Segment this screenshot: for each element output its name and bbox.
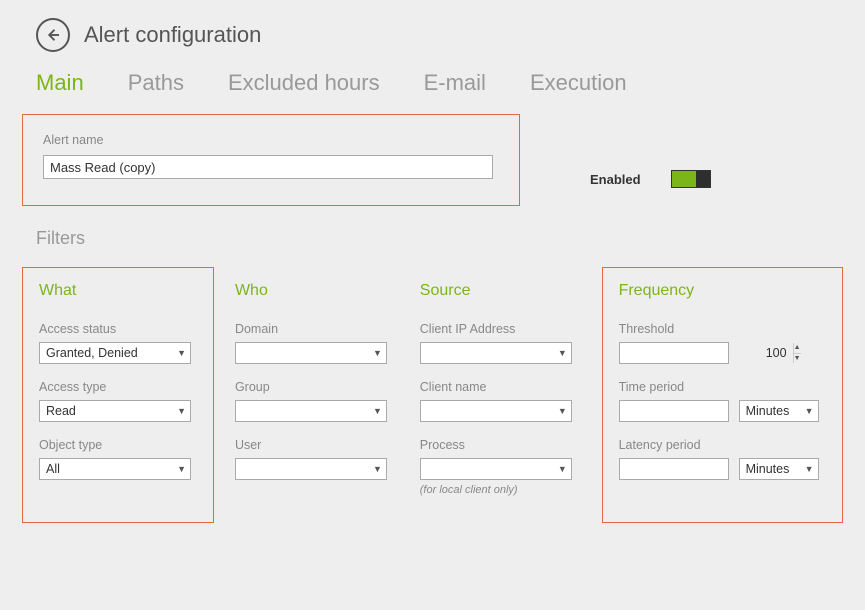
- spinner-down-icon[interactable]: ▼: [794, 354, 801, 364]
- access-type-value: Read: [46, 404, 76, 418]
- process-footnote: (for local client only): [420, 484, 581, 496]
- chevron-down-icon: ▼: [177, 406, 186, 416]
- chevron-down-icon: ▼: [373, 406, 382, 416]
- tab-email[interactable]: E-mail: [424, 70, 486, 96]
- chevron-down-icon: ▼: [177, 348, 186, 358]
- domain-select[interactable]: ▼: [235, 342, 387, 364]
- page-title: Alert configuration: [84, 22, 261, 48]
- who-section: Who Domain ▼ Group ▼ User ▼: [232, 267, 399, 523]
- time-period-unit-select[interactable]: Minutes ▼: [739, 400, 819, 422]
- enabled-label: Enabled: [590, 172, 641, 187]
- chevron-down-icon: ▼: [558, 406, 567, 416]
- process-label: Process: [420, 438, 581, 452]
- chevron-down-icon: ▼: [373, 348, 382, 358]
- enabled-toggle[interactable]: [671, 170, 711, 188]
- back-button[interactable]: [36, 18, 70, 52]
- time-period-unit-value: Minutes: [746, 404, 790, 418]
- time-period-label: Time period: [619, 380, 826, 394]
- spinner-up-icon[interactable]: ▲: [794, 343, 801, 354]
- tab-main[interactable]: Main: [36, 70, 84, 96]
- access-status-label: Access status: [39, 322, 197, 336]
- enabled-row: Enabled: [590, 152, 711, 206]
- threshold-input[interactable]: [620, 343, 793, 363]
- what-title: What: [39, 282, 197, 300]
- client-name-select[interactable]: ▼: [420, 400, 572, 422]
- user-label: User: [235, 438, 396, 452]
- domain-label: Domain: [235, 322, 396, 336]
- access-type-label: Access type: [39, 380, 197, 394]
- chevron-down-icon: ▼: [805, 406, 814, 416]
- chevron-down-icon: ▼: [177, 464, 186, 474]
- alert-name-card: Alert name: [22, 114, 520, 206]
- latency-period-spinner[interactable]: ▲ ▼: [619, 458, 729, 480]
- object-type-select[interactable]: All ▼: [39, 458, 191, 480]
- chevron-down-icon: ▼: [558, 348, 567, 358]
- source-section: Source Client IP Address ▼ Client name ▼…: [417, 267, 584, 523]
- client-ip-label: Client IP Address: [420, 322, 581, 336]
- tabs: Main Paths Excluded hours E-mail Executi…: [36, 70, 843, 96]
- frequency-section: Frequency Threshold ▲ ▼ Time period: [602, 267, 843, 523]
- threshold-label: Threshold: [619, 322, 826, 336]
- tab-execution[interactable]: Execution: [530, 70, 627, 96]
- tab-paths[interactable]: Paths: [128, 70, 184, 96]
- chevron-down-icon: ▼: [558, 464, 567, 474]
- object-type-value: All: [46, 462, 60, 476]
- chevron-down-icon: ▼: [373, 464, 382, 474]
- access-type-select[interactable]: Read ▼: [39, 400, 191, 422]
- tab-excluded-hours[interactable]: Excluded hours: [228, 70, 380, 96]
- latency-period-label: Latency period: [619, 438, 826, 452]
- time-period-spinner[interactable]: ▲ ▼: [619, 400, 729, 422]
- chevron-down-icon: ▼: [805, 464, 814, 474]
- client-ip-select[interactable]: ▼: [420, 342, 572, 364]
- client-name-label: Client name: [420, 380, 581, 394]
- process-select[interactable]: ▼: [420, 458, 572, 480]
- what-section: What Access status Granted, Denied ▼ Acc…: [22, 267, 214, 523]
- group-label: Group: [235, 380, 396, 394]
- arrow-left-icon: [44, 26, 62, 44]
- access-status-value: Granted, Denied: [46, 346, 138, 360]
- latency-period-unit-value: Minutes: [746, 462, 790, 476]
- alert-name-input[interactable]: [43, 155, 493, 179]
- latency-period-unit-select[interactable]: Minutes ▼: [739, 458, 819, 480]
- who-title: Who: [235, 282, 396, 300]
- group-select[interactable]: ▼: [235, 400, 387, 422]
- threshold-spinner[interactable]: ▲ ▼: [619, 342, 729, 364]
- object-type-label: Object type: [39, 438, 197, 452]
- filters-heading: Filters: [36, 228, 843, 249]
- frequency-title: Frequency: [619, 282, 826, 300]
- access-status-select[interactable]: Granted, Denied ▼: [39, 342, 191, 364]
- alert-name-label: Alert name: [43, 133, 499, 147]
- user-select[interactable]: ▼: [235, 458, 387, 480]
- source-title: Source: [420, 282, 581, 300]
